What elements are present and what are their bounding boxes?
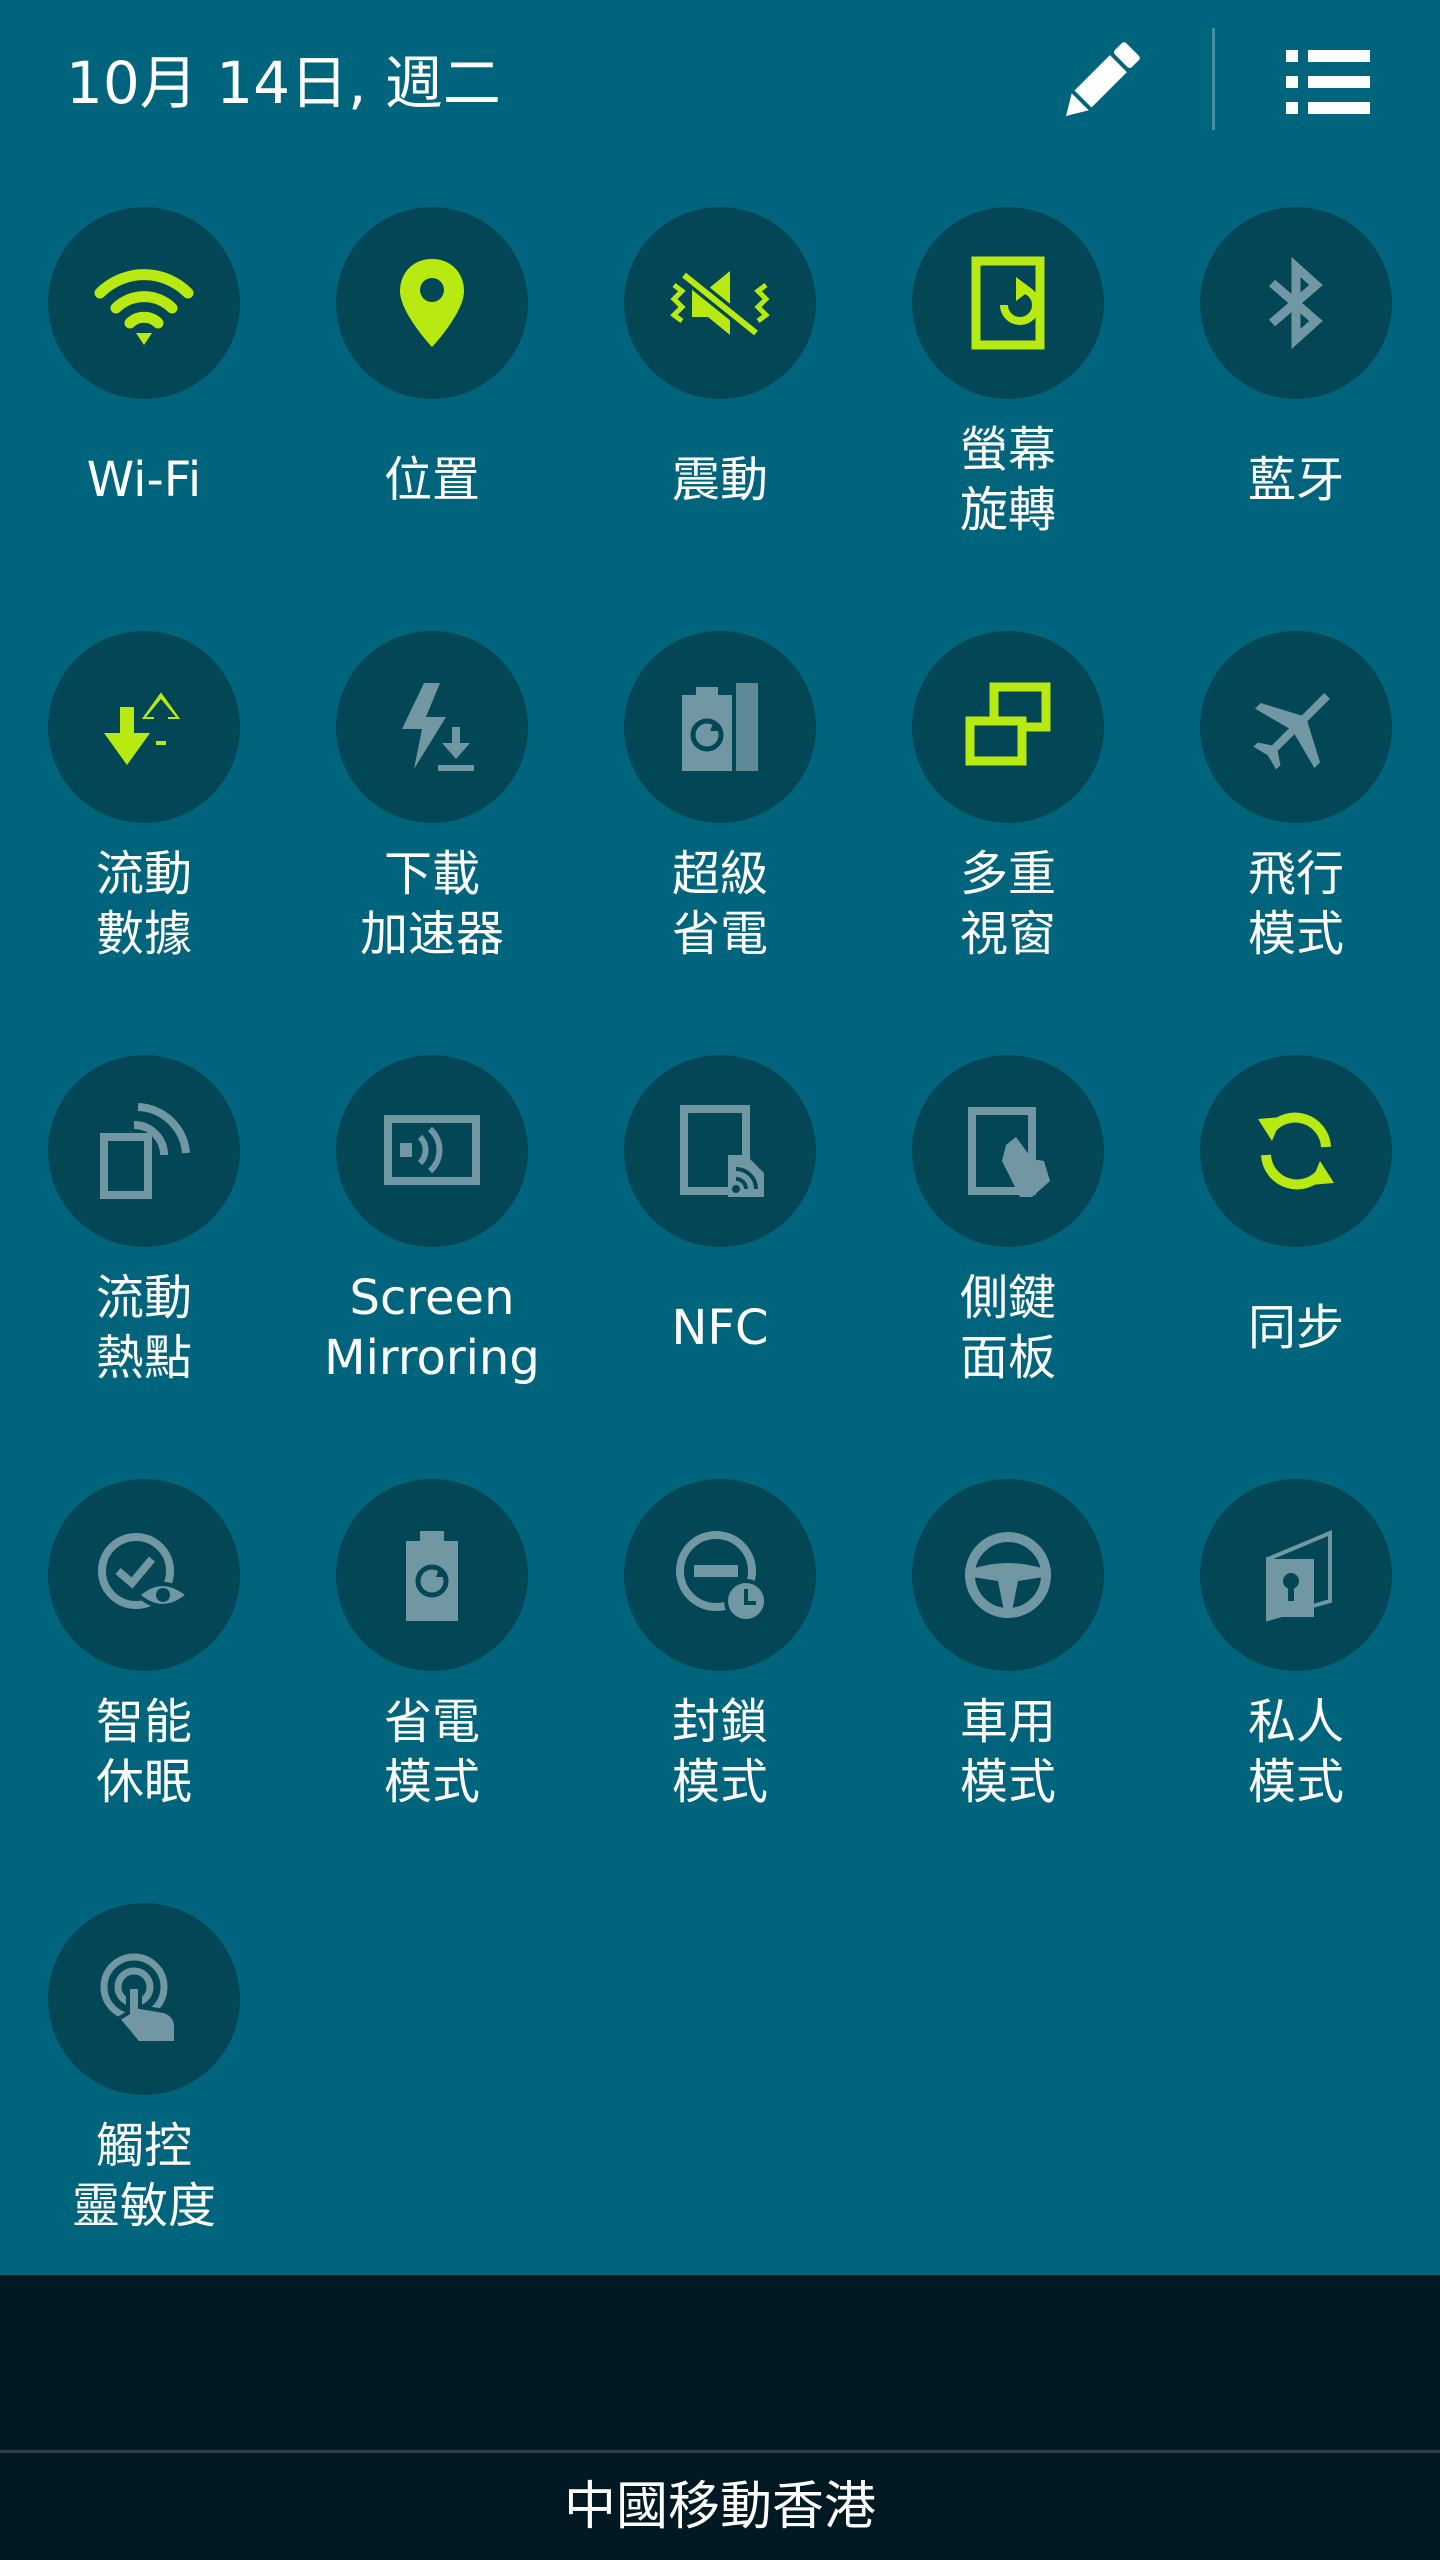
tile-label-bluetooth: 藍牙 <box>1247 452 1344 508</box>
tile-button-airplane[interactable] <box>1200 631 1392 823</box>
tile-label-airplane: 飛行 模式 <box>1247 846 1344 962</box>
tile-private-mode[interactable]: 私人 模式 <box>1152 1479 1440 1879</box>
tile-label-sync: 同步 <box>1247 1300 1344 1356</box>
tile-button-side-key-panel[interactable] <box>912 1055 1104 1247</box>
mobile-data-icon <box>104 685 188 765</box>
tile-label-smart-stay: 智能 休眠 <box>95 1694 192 1810</box>
touch-sensitivity-icon <box>100 1953 178 2045</box>
tile-ultra-power[interactable]: 超級 省電 <box>576 631 864 1031</box>
tile-button-download-booster[interactable] <box>336 631 528 823</box>
tile-button-ultra-power[interactable] <box>624 631 816 823</box>
tile-button-bluetooth[interactable] <box>1200 207 1392 399</box>
wifi-icon <box>94 269 194 345</box>
tile-button-nfc[interactable] <box>624 1055 816 1247</box>
tile-label-power-saving: 省電 模式 <box>383 1694 480 1810</box>
bluetooth-icon <box>1269 256 1323 350</box>
tile-screen-mirroring[interactable]: Screen Mirroring <box>288 1055 576 1455</box>
tile-label-private-mode: 私人 模式 <box>1247 1694 1344 1810</box>
vibrate-icon <box>670 269 770 339</box>
tile-hotspot[interactable]: 流動 熱點 <box>0 1055 288 1455</box>
tile-button-rotate[interactable] <box>912 207 1104 399</box>
tile-multi-window[interactable]: 多重 視窗 <box>864 631 1152 1031</box>
tile-label-side-key-panel: 側鍵 面板 <box>959 1270 1056 1386</box>
tile-location[interactable]: 位置 <box>288 207 576 607</box>
private-mode-icon <box>1266 1529 1332 1622</box>
carrier-divider <box>0 2450 1440 2453</box>
screen-mirroring-icon <box>384 1115 480 1185</box>
tile-button-private-mode[interactable] <box>1200 1479 1392 1671</box>
tile-mobile-data[interactable]: 流動 數據 <box>0 631 288 1031</box>
tile-button-multi-window[interactable] <box>912 631 1104 823</box>
tile-label-download-booster: 下載 加速器 <box>359 846 504 962</box>
tile-car-mode[interactable]: 車用 模式 <box>864 1479 1152 1879</box>
tile-label-touch-sensitivity: 觸控 靈敏度 <box>71 2118 216 2234</box>
tile-label-multi-window: 多重 視窗 <box>959 846 1056 962</box>
tile-touch-sensitivity[interactable]: 觸控 靈敏度 <box>0 1903 288 2303</box>
tile-label-location: 位置 <box>383 452 480 508</box>
power-saving-icon <box>406 1531 458 1621</box>
multi-window-icon <box>965 682 1051 766</box>
tile-button-smart-stay[interactable] <box>48 1479 240 1671</box>
tile-button-screen-mirroring[interactable] <box>336 1055 528 1247</box>
tile-button-vibrate[interactable] <box>624 207 816 399</box>
tile-vibrate[interactable]: 震動 <box>576 207 864 607</box>
location-pin-icon <box>400 259 464 347</box>
tile-button-car-mode[interactable] <box>912 1479 1104 1671</box>
tile-airplane[interactable]: 飛行 模式 <box>1152 631 1440 1031</box>
tile-smart-stay[interactable]: 智能 休眠 <box>0 1479 288 1879</box>
blocking-mode-icon <box>676 1531 768 1623</box>
tile-sync[interactable]: 同步 <box>1152 1055 1440 1455</box>
airplane-icon <box>1253 693 1330 770</box>
download-booster-icon <box>402 683 474 771</box>
sync-icon <box>1258 1112 1334 1190</box>
tile-side-key-panel[interactable]: 側鍵 面板 <box>864 1055 1152 1455</box>
tile-bluetooth[interactable]: 藍牙 <box>1152 207 1440 607</box>
screen-rotation-icon <box>971 256 1045 350</box>
tile-label-mobile-data: 流動 數據 <box>95 846 192 962</box>
tile-button-blocking[interactable] <box>624 1479 816 1671</box>
side-key-panel-icon <box>968 1107 1050 1197</box>
tile-button-location[interactable] <box>336 207 528 399</box>
tile-button-touch-sensitivity[interactable] <box>48 1903 240 2095</box>
steering-wheel-icon <box>965 1532 1051 1618</box>
tile-button-sync[interactable] <box>1200 1055 1392 1247</box>
tile-label-vibrate: 震動 <box>671 452 768 508</box>
tile-label-blocking: 封鎖 模式 <box>671 1694 768 1810</box>
tile-button-mobile-data[interactable] <box>48 631 240 823</box>
tile-label-wifi: Wi-Fi <box>86 452 202 508</box>
ultra-power-saving-icon <box>682 683 758 771</box>
tile-rotate[interactable]: 螢幕 旋轉 <box>864 207 1152 607</box>
carrier-label: 中國移動香港 <box>563 2477 876 2537</box>
tile-label-nfc: NFC <box>671 1300 769 1356</box>
tile-label-hotspot: 流動 熱點 <box>95 1270 192 1386</box>
quick-settings-panel: 10月 14日, 週二 Wi-Fi 位置 震動 螢幕 旋轉 藍牙 流動 數據 下… <box>0 0 1440 2275</box>
tile-button-power-saving[interactable] <box>336 1479 528 1671</box>
tile-nfc[interactable]: NFC <box>576 1055 864 1455</box>
nfc-icon <box>680 1105 764 1197</box>
notification-panel-screen: 10月 14日, 週二 Wi-Fi 位置 震動 螢幕 旋轉 藍牙 流動 數據 下… <box>0 0 1440 2560</box>
tile-wifi[interactable]: Wi-Fi <box>0 207 288 607</box>
tile-label-ultra-power: 超級 省電 <box>671 846 768 962</box>
tile-blocking[interactable]: 封鎖 模式 <box>576 1479 864 1879</box>
smart-stay-icon <box>98 1533 192 1609</box>
quick-settings-grid: Wi-Fi 位置 震動 螢幕 旋轉 藍牙 流動 數據 下載 加速器 超級 省電 … <box>0 0 1440 2275</box>
tile-label-car-mode: 車用 模式 <box>959 1694 1056 1810</box>
tile-label-screen-mirroring: Screen Mirroring <box>324 1270 540 1386</box>
tile-power-saving[interactable]: 省電 模式 <box>288 1479 576 1879</box>
hotspot-icon <box>100 1103 190 1199</box>
tile-download-booster[interactable]: 下載 加速器 <box>288 631 576 1031</box>
tile-button-hotspot[interactable] <box>48 1055 240 1247</box>
tile-label-rotate: 螢幕 旋轉 <box>959 422 1056 538</box>
tile-button-wifi[interactable] <box>48 207 240 399</box>
